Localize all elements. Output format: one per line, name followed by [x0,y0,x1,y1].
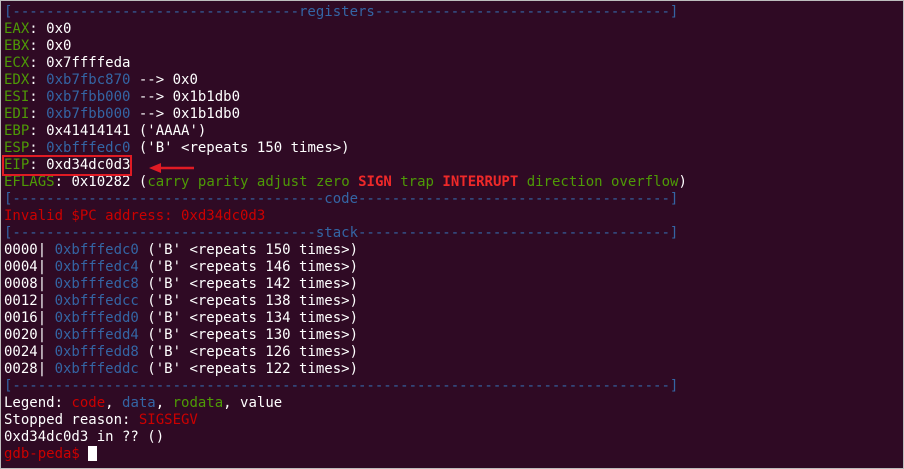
register-name: EIP [4,157,30,173]
register-line-ebp: EBP: 0x41414141 ('AAAA') [4,123,207,139]
stack-content: ('B' <repeats 130 times>) [138,327,359,343]
stack-offset: 0024 [4,344,38,360]
stack-content: ('B' <repeats 134 times>) [138,310,359,326]
stack-row: 0004| 0xbfffedc4 ('B' <repeats 146 times… [4,259,359,275]
register-name: EDI [4,106,30,122]
register-value: 0xd34dc0d3 [46,157,131,173]
register-value: 0x0 [46,21,72,37]
stack-content: ('B' <repeats 138 times>) [138,293,359,309]
flag-parity: parity [197,174,249,190]
stack-address: 0xbfffedc8 [54,276,139,292]
register-line-esp: ESP: 0xbfffedc0 ('B' <repeats 150 times>… [4,140,350,156]
terminal-window[interactable]: [----------------------------------regis… [0,0,904,469]
register-deref: --> 0x0 [130,72,198,88]
prompt-line[interactable]: gdb-peda$ [4,446,687,463]
stopped-reason-line: Stopped reason: SIGSEGV [4,412,198,428]
stack-address: 0xbfffedd0 [54,310,139,326]
flag-trap: trap [400,174,434,190]
register-line-esi: ESI: 0xb7fbb000 --> 0x1b1db0 [4,89,241,105]
legend-data: data [122,395,156,411]
register-value: 0xb7fbb000 [46,106,131,122]
register-deref: --> 0x1b1db0 [130,89,241,105]
legend-code: code [71,395,106,411]
register-deref: --> 0x1b1db0 [130,106,241,122]
register-line-edi: EDI: 0xb7fbb000 --> 0x1b1db0 [4,106,241,122]
frame-line: 0xd34dc0d3 in ?? () [4,429,165,445]
register-name: ESP [4,140,30,156]
stack-offset: 0000 [4,242,38,258]
stack-row: 0000| 0xbfffedc0 ('B' <repeats 150 times… [4,242,359,258]
stack-content: ('B' <repeats 122 times>) [138,361,359,377]
stack-row: 0020| 0xbfffedd4 ('B' <repeats 130 times… [4,327,359,343]
register-name: EDX [4,72,30,88]
stack-content: ('B' <repeats 126 times>) [138,344,359,360]
gdb-prompt: gdb-peda$ [4,446,89,462]
stack-offset: 0028 [4,361,38,377]
register-line-ebx: EBX: 0x0 [4,38,72,54]
register-deref: ('B' <repeats 150 times>) [130,140,350,156]
arrow-left-icon [149,163,194,173]
legend-value: value [240,395,283,411]
stack-offset: 0016 [4,310,38,326]
text-cursor[interactable] [88,446,98,461]
flag-sign: SIGN [358,174,392,190]
stack-row: 0016| 0xbfffedd0 ('B' <repeats 134 times… [4,310,359,326]
register-line-ecx: ECX: 0x7ffffeda [4,55,131,71]
stack-offset: 0008 [4,276,38,292]
stack-address: 0xbfffedd8 [54,344,139,360]
stack-address: 0xbfffedcc [54,293,139,309]
register-name: ESI [4,89,30,105]
stack-address: 0xbfffeddc [54,361,139,377]
register-value: 0x41414141 [46,123,131,139]
flag-zero: zero [315,174,350,190]
stack-row: 0024| 0xbfffedd8 ('B' <repeats 126 times… [4,344,359,360]
register-value: 0x0 [46,38,72,54]
registers-separator: [----------------------------------regis… [4,4,679,20]
register-name: EBP [4,123,30,139]
stack-offset: 0020 [4,327,38,343]
stack-content: ('B' <repeats 142 times>) [138,276,359,292]
stopped-reason: SIGSEGV [138,412,198,428]
flag-carry: carry [147,174,190,190]
stack-content: ('B' <repeats 146 times>) [138,259,359,275]
stack-row: 0028| 0xbfffeddc ('B' <repeats 122 times… [4,361,359,377]
terminal-output: [----------------------------------regis… [1,4,687,463]
register-name: EAX [4,21,30,37]
legend-line: Legend: code, data, rodata, value [4,395,283,411]
register-value: 0x7ffffeda [46,55,131,71]
register-value: 0xb7fbc870 [46,72,131,88]
eflags-value: 0x10282 [71,174,131,190]
register-value: 0xb7fbb000 [46,89,131,105]
register-value: 0xbfffedc0 [46,140,131,156]
register-line-eax: EAX: 0x0 [4,21,72,37]
register-line-eip: EIP: 0xd34dc0d3 [1,155,687,176]
stack-offset: 0004 [4,259,38,275]
stack-row: 0012| 0xbfffedcc ('B' <repeats 138 times… [4,293,359,309]
stack-offset: 0012 [4,293,38,309]
legend-rodata: rodata [172,395,224,411]
register-line-edx: EDX: 0xb7fbc870 --> 0x0 [4,72,198,88]
register-name: EBX [4,38,30,54]
flag-adjust: adjust [256,174,308,190]
end-separator: [---------------------------------------… [4,378,679,394]
eip-highlight-box: EIP: 0xd34dc0d3 [1,155,133,176]
stack-content: ('B' <repeats 150 times>) [138,242,359,258]
stack-row: 0008| 0xbfffedc8 ('B' <repeats 142 times… [4,276,359,292]
eflags-line: EFLAGS: 0x10282 (carry parity adjust zer… [4,174,687,190]
stack-address: 0xbfffedc4 [54,259,139,275]
stack-address: 0xbfffedc0 [54,242,139,258]
register-name: EFLAGS [4,174,55,190]
stack-separator: [------------------------------------sta… [4,225,679,241]
register-deref: ('AAAA') [130,123,207,139]
stack-address: 0xbfffedd4 [54,327,139,343]
register-name: ECX [4,55,30,71]
flag-interrupt: INTERRUPT [442,174,519,190]
flag-direction: direction [526,174,603,190]
code-separator: [-------------------------------------co… [4,191,679,207]
code-error-message: Invalid $PC address: 0xd34dc0d3 [4,208,266,224]
flag-overflow: overflow [611,174,679,190]
